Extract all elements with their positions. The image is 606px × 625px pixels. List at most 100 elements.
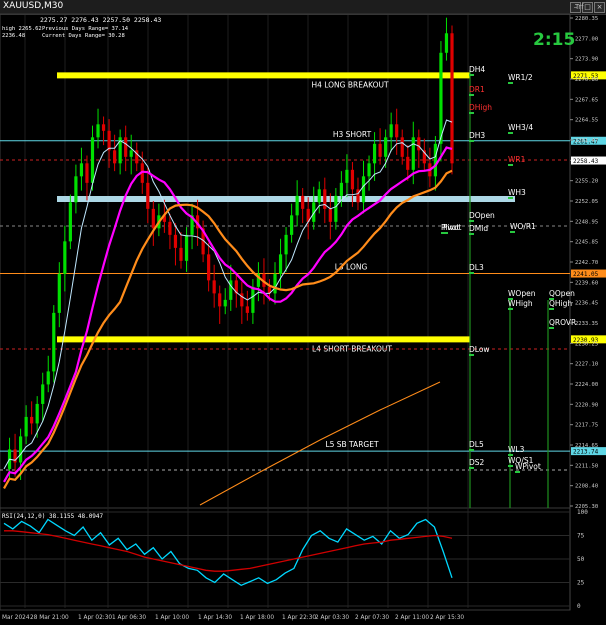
- candle-body: [179, 247, 183, 261]
- ma-long-line: [199, 381, 441, 506]
- candle-body: [389, 124, 393, 138]
- time-axis: Mar 2024 28 Mar 21:00 1 Apr 02:30 1 Apr 06:…: [2, 615, 464, 621]
- candle-body: [439, 52, 443, 144]
- time-axis-label: 2 Apr 15:30: [430, 615, 464, 621]
- rsi-tick-label: 25: [577, 580, 585, 587]
- current-price-text: 2258.43: [573, 158, 599, 165]
- pivot-marker-label: WL3: [508, 445, 525, 454]
- price-tick-label: 2264.55: [575, 118, 598, 124]
- pivot-marker-label: DR1: [469, 85, 485, 94]
- candle-body: [30, 416, 34, 424]
- pivot-marker-label: WH3: [508, 188, 526, 197]
- candle-body: [24, 416, 28, 437]
- rsi-tick-label: 50: [577, 556, 585, 563]
- bar-countdown: 2:15: [533, 30, 575, 50]
- candle-body: [245, 306, 249, 313]
- price-tick-label: 2273.90: [575, 57, 598, 63]
- pivot-marker-tick: [441, 232, 446, 234]
- candle-body: [68, 202, 72, 242]
- rsi-indicator: RSI(24,12,0) 38.1155 48.0947 100 75 50 25 0: [0, 509, 588, 610]
- pivot-marker-tick: [508, 308, 513, 310]
- candle-body: [96, 124, 100, 138]
- time-axis-label: 1 Apr 06:30: [112, 615, 146, 621]
- candle-body: [251, 286, 255, 313]
- price-tick-label: 2261.47: [575, 138, 598, 144]
- price-tick-label: 2214.65: [575, 443, 598, 449]
- price-tick-label: 2252.05: [575, 199, 598, 205]
- pivot-marker-label: WO/R1: [510, 222, 536, 231]
- candle-body: [113, 150, 117, 164]
- pivot-marker-tick: [469, 233, 474, 235]
- pivot-marker-label: WOpen: [508, 289, 536, 298]
- candle-body: [129, 150, 133, 157]
- rsi-tick-label: 0: [577, 603, 581, 610]
- pivot-marker-tick: [469, 467, 474, 469]
- price-tag-text: 2213.74: [573, 449, 599, 456]
- candle-body: [361, 176, 366, 203]
- pivot-marker-tick: [469, 272, 474, 274]
- candle-body: [57, 273, 61, 313]
- candle-body: [184, 234, 189, 261]
- pivot-marker-tick: [549, 327, 554, 329]
- candle-body: [273, 273, 277, 294]
- candle-body: [417, 137, 421, 151]
- candle-body: [151, 208, 155, 229]
- price-tick-label: 2245.85: [575, 240, 598, 246]
- candle-body: [41, 384, 45, 404]
- candle-body: [433, 143, 438, 177]
- time-axis-label: 1 Apr 02:30: [78, 615, 112, 621]
- time-axis-label: 2 Apr 11:00: [395, 615, 429, 621]
- pivot-marker-label: WH3/4: [508, 123, 533, 132]
- pivot-marker-tick: [510, 231, 515, 233]
- rsi-tick-label: 100: [577, 509, 588, 516]
- price-tick-label: 2248.95: [575, 219, 598, 225]
- candle-body: [334, 195, 338, 222]
- price-tick-label: 2236.45: [575, 301, 598, 307]
- candle-body: [79, 163, 84, 177]
- pivot-marker-label: DLow: [469, 345, 490, 354]
- price-tick-label: 2233.35: [575, 321, 598, 327]
- price-tick-label: 2242.70: [575, 260, 598, 266]
- time-axis-label: 1 Apr 14:30: [198, 615, 232, 621]
- candle-body: [107, 130, 111, 151]
- candle-body: [90, 137, 95, 183]
- price-tick-label: 2255.20: [575, 179, 598, 185]
- pivot-marker-label: QOpen: [549, 289, 575, 298]
- price-tick-label: 2239.60: [575, 280, 598, 286]
- pivot-marker-label: QHigh: [549, 299, 572, 308]
- candle-body: [223, 299, 227, 307]
- candle-body: [63, 241, 67, 274]
- candle-body: [345, 169, 349, 183]
- pivot-markers: DH4 WR1/2 DR1 DHigh WH3/4 DH3 WR1 WH3 DOpen Pivot…: [441, 65, 576, 473]
- pivot-marker-label: WR1/2: [508, 73, 533, 82]
- candle-body: [124, 137, 128, 157]
- ohlc-readout: 2275.27 2276.43 2257.50 2258.43: [40, 16, 161, 24]
- candle-body: [400, 137, 404, 157]
- price-tick-label: 2267.65: [575, 97, 598, 103]
- rsi-label: RSI(24,12,0) 38.1155 48.0947: [2, 513, 104, 520]
- candle-body: [317, 189, 321, 203]
- time-axis-label: 1 Apr 22:30: [282, 615, 316, 621]
- price-chart[interactable]: H4 LONG BREAKOUT2271.53H3 SHORT2261.47L3…: [0, 0, 606, 625]
- price-tick-label: 2270.80: [575, 77, 598, 83]
- candle-body: [212, 280, 216, 294]
- price-axis: 2280.35 2277.00 2273.90 2270.80 2267.65 2264.…: [570, 16, 606, 510]
- candle-body: [278, 254, 283, 274]
- candle-body: [328, 208, 332, 222]
- candle-body: [356, 189, 360, 203]
- pivot-marker-label: DMid: [469, 224, 488, 233]
- candle-body: [450, 33, 454, 164]
- candle-body: [52, 312, 56, 372]
- pivot-marker-tick: [508, 465, 513, 467]
- candle-body: [378, 143, 382, 157]
- pivot-marker-tick: [469, 74, 474, 76]
- info-line-2: Previous Days Range= 37.14: [42, 26, 129, 32]
- candle-body: [284, 234, 288, 255]
- candle-body: [350, 169, 355, 190]
- info-line-4: 2236.48: [2, 33, 25, 39]
- time-axis-label: 2 Apr 03:30: [315, 615, 349, 621]
- candle-body: [395, 124, 399, 138]
- pivot-marker-tick: [469, 112, 474, 114]
- level-label: L5 SB TARGET: [325, 440, 379, 449]
- pivot-marker-tick: [469, 220, 474, 222]
